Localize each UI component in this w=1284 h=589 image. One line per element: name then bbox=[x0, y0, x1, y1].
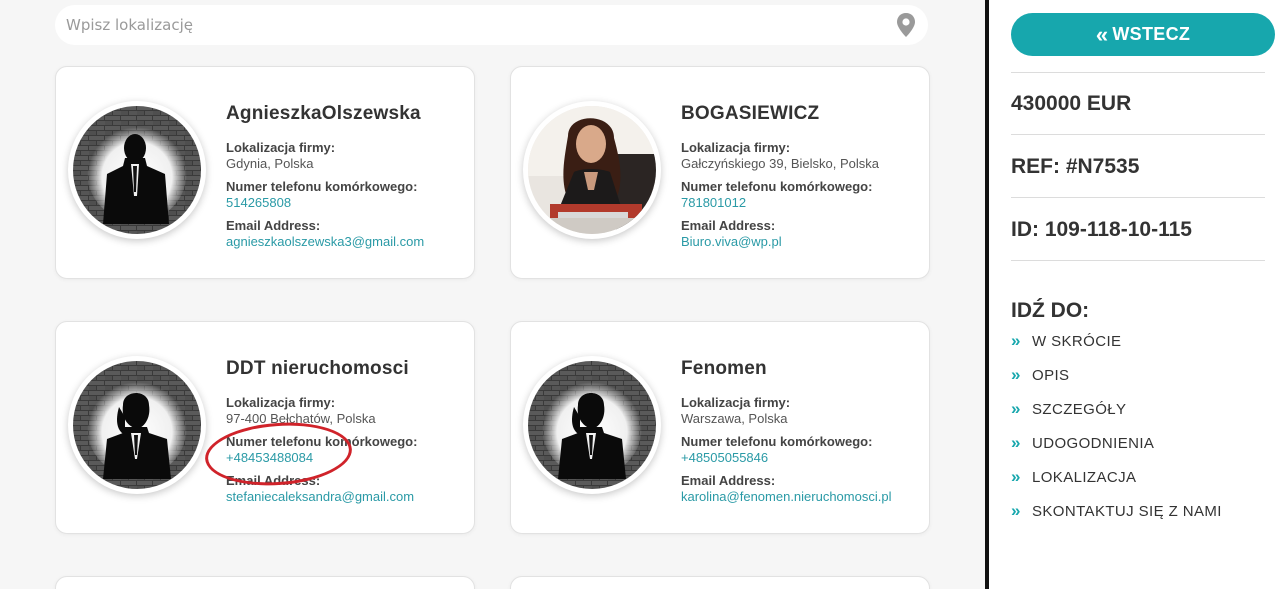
avatar[interactable] bbox=[528, 106, 656, 234]
avatar-frame bbox=[68, 101, 206, 239]
agent-card[interactable]: AgnieszkaOlszewska Lokalizacja firmy: Gd… bbox=[55, 66, 475, 279]
map-pin-icon[interactable] bbox=[896, 12, 916, 38]
agent-card[interactable]: BOGASIEWICZ Lokalizacja firmy: Gałczyńsk… bbox=[510, 66, 930, 279]
avatar[interactable] bbox=[73, 361, 201, 489]
nav-link-location[interactable]: » LOKALIZACJA bbox=[1011, 467, 1136, 487]
back-button[interactable]: « WSTECZ bbox=[1011, 13, 1275, 56]
double-chevron-right-icon: » bbox=[1011, 399, 1020, 418]
nav-link-label: UDOGODNIENIA bbox=[1032, 434, 1155, 452]
divider bbox=[1011, 197, 1265, 198]
nav-link-label: SZCZEGÓŁY bbox=[1032, 400, 1127, 418]
location-search-bar bbox=[55, 5, 928, 45]
phone-link[interactable]: +48505055846 bbox=[681, 450, 926, 466]
email-label: Email Address: bbox=[681, 218, 776, 233]
nav-link-label: OPIS bbox=[1032, 366, 1070, 384]
double-chevron-right-icon: » bbox=[1011, 467, 1020, 486]
nav-link-label: W SKRÓCIE bbox=[1032, 332, 1122, 350]
back-button-label: WSTECZ bbox=[1112, 24, 1191, 44]
nav-link-description[interactable]: » OPIS bbox=[1011, 365, 1069, 385]
double-chevron-right-icon: » bbox=[1011, 501, 1020, 520]
nav-link-summary[interactable]: » W SKRÓCIE bbox=[1011, 331, 1121, 351]
nav-link-contact[interactable]: » SKONTAKTUJ SIĘ Z NAMI bbox=[1011, 501, 1222, 521]
email-link[interactable]: stefaniecaleksandra@gmail.com bbox=[226, 489, 471, 505]
location-value: Gałczyńskiego 39, Bielsko, Polska bbox=[681, 156, 879, 171]
nav-link-details[interactable]: » SZCZEGÓŁY bbox=[1011, 399, 1126, 419]
agent-card[interactable]: Fenomen Lokalizacja firmy: Warszawa, Pol… bbox=[510, 321, 930, 534]
goto-heading: IDŹ DO: bbox=[1011, 299, 1090, 322]
email-link[interactable]: agnieszkaolszewska3@gmail.com bbox=[226, 234, 471, 250]
price: 430000 EUR bbox=[1011, 92, 1132, 115]
email-label: Email Address: bbox=[681, 473, 776, 488]
avatar[interactable] bbox=[73, 106, 201, 234]
listing-id: ID: 109-118-10-115 bbox=[1011, 218, 1192, 241]
phone-label: Numer telefonu komórkowego: bbox=[681, 434, 873, 449]
email-label: Email Address: bbox=[226, 218, 321, 233]
email-link[interactable]: karolina@fenomen.nieruchomosci.pl bbox=[681, 489, 926, 505]
main-content: AgnieszkaOlszewska Lokalizacja firmy: Gd… bbox=[0, 0, 985, 589]
nav-link-amenities[interactable]: » UDOGODNIENIA bbox=[1011, 433, 1154, 453]
agent-info: AgnieszkaOlszewska Lokalizacja firmy: Gd… bbox=[226, 103, 471, 257]
divider bbox=[1011, 134, 1265, 135]
location-label: Lokalizacja firmy: bbox=[226, 395, 336, 410]
agent-card[interactable] bbox=[510, 576, 930, 589]
agent-name[interactable]: DDT nieruchomosci bbox=[226, 358, 471, 380]
avatar[interactable] bbox=[528, 361, 656, 489]
agent-name[interactable]: BOGASIEWICZ bbox=[681, 103, 926, 125]
agent-card[interactable] bbox=[55, 576, 475, 589]
avatar-frame bbox=[68, 356, 206, 494]
agent-info: BOGASIEWICZ Lokalizacja firmy: Gałczyńsk… bbox=[681, 103, 926, 257]
avatar-frame bbox=[523, 356, 661, 494]
phone-label: Numer telefonu komórkowego: bbox=[226, 179, 418, 194]
double-chevron-right-icon: » bbox=[1011, 365, 1020, 384]
phone-link[interactable]: 514265808 bbox=[226, 195, 471, 211]
agent-name[interactable]: Fenomen bbox=[681, 358, 926, 380]
agent-info: Fenomen Lokalizacja firmy: Warszawa, Pol… bbox=[681, 358, 926, 512]
phone-label: Numer telefonu komórkowego: bbox=[681, 179, 873, 194]
divider bbox=[1011, 72, 1265, 73]
avatar-frame bbox=[523, 101, 661, 239]
sidebar: « WSTECZ 430000 EUR REF: #N7535 ID: 109-… bbox=[989, 0, 1284, 589]
divider bbox=[1011, 260, 1265, 261]
double-chevron-left-icon: « bbox=[1095, 21, 1109, 47]
nav-link-label: LOKALIZACJA bbox=[1032, 468, 1137, 486]
location-label: Lokalizacja firmy: bbox=[681, 140, 791, 155]
double-chevron-right-icon: » bbox=[1011, 331, 1020, 350]
location-label: Lokalizacja firmy: bbox=[226, 140, 336, 155]
location-label: Lokalizacja firmy: bbox=[681, 395, 791, 410]
double-chevron-right-icon: » bbox=[1011, 433, 1020, 452]
location-value: Gdynia, Polska bbox=[226, 156, 314, 171]
location-value: Warszawa, Polska bbox=[681, 411, 788, 426]
agent-name[interactable]: AgnieszkaOlszewska bbox=[226, 103, 471, 125]
email-link[interactable]: Biuro.viva@wp.pl bbox=[681, 234, 926, 250]
phone-link[interactable]: 781801012 bbox=[681, 195, 926, 211]
nav-link-label: SKONTAKTUJ SIĘ Z NAMI bbox=[1032, 502, 1222, 520]
reference-number: REF: #N7535 bbox=[1011, 155, 1140, 178]
location-search-input[interactable] bbox=[55, 5, 875, 45]
